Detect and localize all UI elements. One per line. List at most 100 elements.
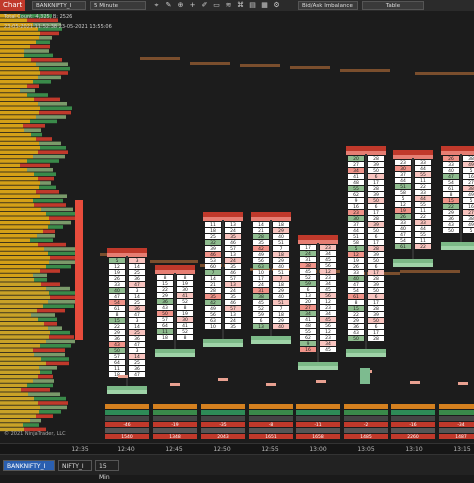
bar-footer-buy — [393, 259, 433, 263]
x-tick-label: 13:15 — [453, 446, 471, 453]
profile-delta-bar — [20, 163, 50, 168]
footprint-ask-value: 55 — [420, 202, 426, 208]
footprint-ask-value: 27 — [468, 210, 474, 216]
profile-delta-bar — [44, 247, 75, 251]
bar-header-sell-light — [441, 151, 474, 155]
profile-delta-bar — [46, 264, 71, 269]
x-tick-label: 13:05 — [357, 446, 375, 453]
bar-marker — [410, 381, 420, 384]
footprint-ask-value: 46 — [230, 240, 236, 246]
footer-stat-dark — [296, 416, 340, 421]
volume-profile-bar — [0, 154, 33, 159]
volume-profile-bar — [0, 326, 48, 330]
footprint-bid-value: 6 — [307, 287, 310, 293]
volume-profile-bar — [0, 401, 38, 405]
footprint-bid-value: 8 — [164, 275, 167, 281]
footprint-ask-value: 47 — [134, 282, 140, 288]
footprint-bid-value: 38 — [305, 263, 311, 269]
footprint-bid-value: 31 — [258, 288, 264, 294]
bar-footer-buy-light — [441, 246, 474, 250]
footprint-ask-value: 50 — [373, 288, 379, 294]
footprint-bid-value: 36 — [448, 216, 454, 222]
footprint-bid-value: 49 — [258, 252, 264, 258]
profile-delta-bar — [39, 366, 57, 370]
footprint-ask-value: 49 — [468, 192, 474, 198]
bar-footer-buy-light — [107, 390, 147, 394]
footprint-bid-value: 43 — [448, 222, 454, 228]
volume-profile-bar — [0, 163, 20, 168]
tab-15min[interactable]: 15 Min — [95, 460, 119, 481]
footprint-bid-value: 48 — [353, 180, 359, 186]
volume-profile-bar — [0, 185, 39, 190]
footprint-bid-value: 10 — [258, 270, 264, 276]
footprint-bid-value: 48 — [305, 323, 311, 329]
bar-marker — [458, 382, 468, 385]
profile-delta-bar — [31, 132, 42, 137]
footprint-bid-value: 54 — [114, 300, 120, 306]
footprint-bid-value: 26 — [353, 264, 359, 270]
footprint-ask-value: 33 — [420, 190, 426, 196]
footprint-bid-value: 62 — [353, 192, 359, 198]
profile-delta-bar — [36, 137, 52, 141]
footprint-ask-value: 13 — [230, 282, 236, 288]
footprint-bid-value: 41 — [353, 174, 359, 180]
footprint-bid-value: 19 — [400, 208, 406, 214]
volume-profile-bar — [0, 264, 46, 269]
footprint-ask-value: 50 — [373, 228, 379, 234]
footprint-ask-value: 17 — [373, 330, 379, 336]
profile-delta-bar — [48, 326, 62, 330]
footprint-bid-value: 56 — [210, 312, 216, 318]
volume-profile-bar — [0, 128, 24, 132]
footprint-bid-value: 15 — [162, 281, 168, 287]
footprint-ask-value: 13 — [230, 222, 236, 228]
volume-profile-bar — [0, 273, 33, 278]
candle-wick — [460, 154, 462, 242]
footer-stat-gray — [296, 428, 340, 433]
x-tick-label: 13:10 — [405, 446, 423, 453]
footprint-ask-value: 40 — [278, 234, 284, 240]
footprint-bid-value: 40 — [114, 288, 120, 294]
footprint-ask-value: 50 — [373, 198, 379, 204]
profile-delta-bar — [31, 313, 55, 317]
profile-delta-bar — [39, 110, 71, 115]
footprint-ask-value: 49 — [468, 222, 474, 228]
footer-delta-value: -19 — [171, 422, 178, 428]
footprint-ask-value: 28 — [373, 186, 379, 192]
footprint-ask-value: 7 — [280, 246, 283, 252]
profile-delta-bar — [48, 225, 63, 229]
candle-wick — [174, 273, 176, 349]
volume-profile-bar — [0, 150, 38, 154]
profile-delta-bar — [33, 348, 65, 352]
volume-profile-bar — [0, 115, 36, 119]
profile-delta-bar — [38, 374, 53, 379]
footer-delta-value: -16 — [409, 422, 416, 428]
footprint-bid-value: 55 — [305, 329, 311, 335]
footprint-ask-value: 28 — [373, 246, 379, 252]
footer-stat-orange — [344, 404, 388, 409]
footprint-ask-value: 38 — [468, 156, 474, 162]
footprint-ask-value: 55 — [420, 172, 426, 178]
footer-stat-orange — [201, 404, 245, 409]
footprint-chart[interactable]: 5 312 1419 2526 3633 4740 347 1454 2561 368 4715 32… — [0, 0, 474, 454]
footprint-bid-value: 30 — [400, 166, 406, 172]
tab-banknifty[interactable]: BANKNIFTY_I — [3, 460, 55, 471]
tab-nifty[interactable]: NIFTY_I — [58, 460, 92, 471]
footprint-bid-value: 36 — [162, 299, 168, 305]
footprint-ask-value: 16 — [468, 204, 474, 210]
info-date-range: 23-05-2021 11:52:38 23-05-2021 13:55:06 — [4, 24, 112, 30]
footer-delta-value: -2 — [364, 422, 369, 428]
footprint-ask-value: 3 — [136, 288, 139, 294]
bar-footer-buy-light — [251, 340, 291, 344]
profile-delta-bar — [49, 216, 75, 220]
footprint-ask-value: 24 — [230, 228, 236, 234]
footer-stat-orange — [391, 404, 435, 409]
footprint-ask-value: 47 — [134, 372, 140, 378]
footprint-bid-value: 63 — [258, 264, 264, 270]
footprint-ask-value: 49 — [468, 162, 474, 168]
poc-line — [240, 64, 280, 67]
volume-profile-bar — [0, 352, 34, 357]
profile-delta-bar — [23, 124, 45, 128]
volume-profile-bar — [0, 124, 23, 128]
footprint-bid-value: 16 — [305, 347, 311, 353]
footprint-bid-value: 5 — [355, 246, 358, 252]
